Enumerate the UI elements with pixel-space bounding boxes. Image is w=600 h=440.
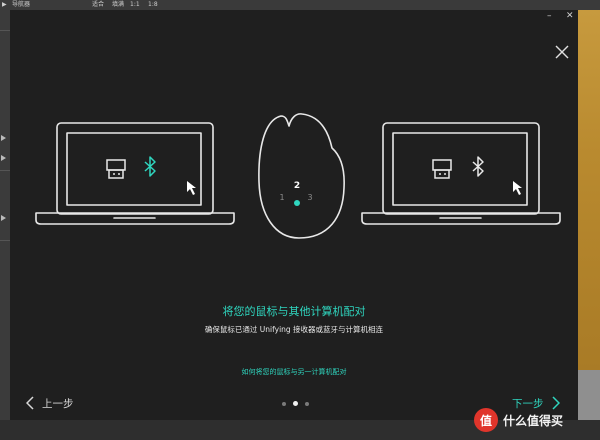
- zoom-1-8-option[interactable]: 1:8: [148, 0, 158, 10]
- mouse-channel-2: 2: [294, 181, 300, 191]
- mouse-channel-3: 3: [307, 193, 312, 202]
- background-toolbar: ▶ 导航器 适合 填满 1:1 1:8: [0, 0, 600, 10]
- laptop-right: [361, 122, 561, 225]
- pairing-dialog: – ✕ 2 1 3 将您的鼠标与其他计算机配对 确保鼠标已通过 Unifying…: [10, 10, 578, 420]
- background-left-panel: [0, 10, 10, 440]
- previous-label: 上一步: [42, 397, 74, 410]
- mouse-channel-1: 1: [279, 193, 284, 202]
- watermark-logo: 值: [474, 408, 498, 432]
- fit-option[interactable]: 适合: [92, 0, 104, 10]
- unifying-receiver-icon: [432, 159, 452, 179]
- dialog-subtitle: 确保鼠标已通过 Unifying 接收器或蓝牙与计算机相连: [204, 325, 384, 334]
- watermark: 值 什么值得买: [474, 407, 563, 433]
- pairing-illustration: 2 1 3: [35, 113, 561, 239]
- bluetooth-icon: [472, 156, 484, 177]
- watermark-text: 什么值得买: [503, 413, 564, 428]
- panel-expand-icon: [1, 155, 6, 161]
- panel-expand-icon: [1, 215, 6, 221]
- background-photo-strip: [578, 10, 600, 370]
- unifying-receiver-icon: [106, 159, 126, 179]
- page-dot-2[interactable]: [293, 401, 298, 406]
- page-dot-1[interactable]: [282, 401, 286, 406]
- cursor-icon: [187, 181, 196, 195]
- chevron-left-icon: [26, 396, 34, 410]
- mouse-illustration: [258, 113, 345, 239]
- bluetooth-icon-active: [144, 156, 156, 177]
- page-indicator: [282, 401, 309, 406]
- dialog-title: 将您的鼠标与其他计算机配对: [222, 305, 366, 318]
- fill-option[interactable]: 填满: [112, 0, 124, 10]
- cursor-icon: [513, 181, 522, 195]
- navigator-label: 导航器: [12, 1, 31, 8]
- panel-expand-icon: [1, 135, 6, 141]
- laptop-left: [35, 122, 235, 225]
- zoom-1-1-option[interactable]: 1:1: [130, 0, 140, 10]
- pairing-help-link[interactable]: 如何将您的鼠标与另一计算机配对: [10, 367, 578, 377]
- play-icon: ▶: [2, 1, 7, 8]
- page-dot-3[interactable]: [305, 401, 309, 406]
- previous-button[interactable]: 上一步: [26, 394, 74, 412]
